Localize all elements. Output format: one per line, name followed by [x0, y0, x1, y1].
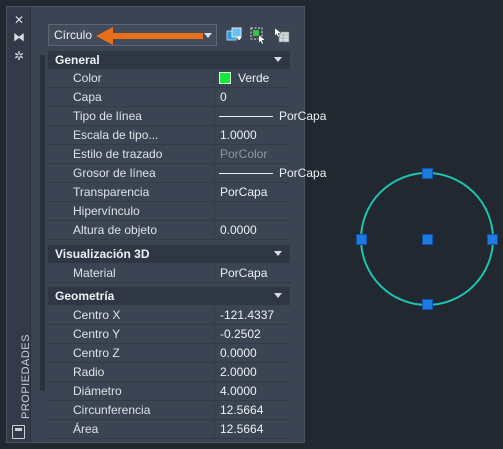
- property-row-plot-style[interactable]: Estilo de trazado PorColor: [48, 145, 290, 164]
- object-type-value: Círculo: [54, 28, 93, 42]
- property-row-linetype[interactable]: Tipo de línea PorCapa: [48, 107, 326, 126]
- property-value[interactable]: 12.5664: [216, 401, 290, 419]
- property-value[interactable]: [216, 202, 290, 220]
- grip-left-quadrant[interactable]: [356, 234, 367, 245]
- property-row-center-x[interactable]: Centro X -121.4337: [48, 306, 290, 325]
- property-value[interactable]: PorCapa: [216, 183, 290, 201]
- property-name: Color: [66, 69, 215, 87]
- property-value: PorColor: [220, 147, 268, 161]
- property-value[interactable]: 0.0000: [216, 221, 290, 239]
- section-3d-visualization[interactable]: Visualización 3D: [48, 245, 290, 263]
- section-geometry[interactable]: Geometría: [48, 287, 290, 305]
- callout-arrow-icon: [96, 27, 203, 45]
- chevron-down-icon[interactable]: [274, 57, 282, 62]
- property-row-diameter[interactable]: Diámetro 4.0000: [48, 382, 290, 401]
- auto-hide-icon[interactable]: ⧓: [11, 30, 27, 44]
- linetype-preview-icon: [219, 116, 273, 117]
- palette-icon: [12, 425, 25, 439]
- property-name: Radio: [66, 363, 215, 381]
- property-value[interactable]: -121.4337: [216, 306, 290, 324]
- property-name: Grosor de línea: [66, 164, 215, 182]
- property-row-thickness[interactable]: Altura de objeto 0.0000: [48, 221, 290, 240]
- settings-icon[interactable]: ✲: [11, 49, 27, 63]
- property-row-linetype-scale[interactable]: Escala de tipo... 1.0000: [48, 126, 290, 145]
- property-name: Centro X: [66, 306, 215, 324]
- grip-right-quadrant[interactable]: [487, 234, 498, 245]
- property-row-circumference[interactable]: Circunferencia 12.5664: [48, 401, 290, 420]
- property-value[interactable]: 4.0000: [216, 382, 290, 400]
- close-icon[interactable]: ✕: [11, 13, 27, 27]
- grip-top-quadrant[interactable]: [422, 168, 433, 179]
- select-objects-icon[interactable]: [249, 26, 267, 44]
- property-name: Altura de objeto: [66, 221, 215, 239]
- property-name: Diámetro: [66, 382, 215, 400]
- palette-title: PROPIEDADES: [20, 334, 32, 419]
- property-value[interactable]: PorCapa: [216, 107, 346, 125]
- property-row-center-z[interactable]: Centro Z 0.0000: [48, 344, 290, 363]
- section-general-label: General: [55, 53, 100, 67]
- property-row-radius[interactable]: Radio 2.0000: [48, 363, 290, 382]
- property-name: Centro Z: [66, 344, 215, 362]
- property-row-area[interactable]: Área 12.5664: [48, 420, 290, 439]
- property-value[interactable]: 1.0000: [216, 126, 290, 144]
- property-row-layer[interactable]: Capa 0: [48, 88, 290, 107]
- grip-bottom-quadrant[interactable]: [422, 299, 433, 310]
- property-name: Tipo de línea: [66, 107, 215, 125]
- property-value[interactable]: PorCapa: [216, 264, 290, 282]
- section-geometry-label: Geometría: [55, 289, 115, 303]
- property-value[interactable]: -0.2502: [216, 325, 290, 343]
- property-row-lineweight[interactable]: Grosor de línea PorCapa: [48, 164, 326, 183]
- property-name: Estilo de trazado: [66, 145, 215, 163]
- property-value[interactable]: 0.0000: [216, 344, 290, 362]
- property-name: Centro Y: [66, 325, 215, 343]
- section-3d-visualization-label: Visualización 3D: [55, 247, 150, 261]
- property-row-transparency[interactable]: Transparencia PorCapa: [48, 183, 290, 202]
- lineweight-preview-icon: [219, 173, 273, 174]
- property-value[interactable]: Verde: [216, 69, 290, 87]
- scrollbar[interactable]: [40, 55, 45, 391]
- property-value[interactable]: PorCapa: [216, 164, 346, 182]
- property-name: Escala de tipo...: [66, 126, 215, 144]
- toggle-pickadd-icon[interactable]: [273, 26, 291, 44]
- palette-titlebar[interactable]: ✕ ⧓ ✲ PROPIEDADES: [7, 7, 32, 442]
- property-name: Área: [66, 420, 215, 438]
- grip-center[interactable]: [422, 234, 433, 245]
- quick-select-icon[interactable]: [225, 26, 243, 44]
- property-name: Transparencia: [66, 183, 215, 201]
- property-value[interactable]: 2.0000: [216, 363, 290, 381]
- property-name: Capa: [66, 88, 215, 106]
- color-swatch-icon: [219, 72, 231, 84]
- property-name: Hipervínculo: [66, 202, 215, 220]
- chevron-down-icon[interactable]: [274, 293, 282, 298]
- property-row-color[interactable]: Color Verde: [48, 69, 290, 88]
- property-row-center-y[interactable]: Centro Y -0.2502: [48, 325, 290, 344]
- property-value[interactable]: 12.5664: [216, 420, 290, 438]
- chevron-down-icon[interactable]: [274, 251, 282, 256]
- property-name: Material: [66, 264, 215, 282]
- section-general[interactable]: General: [48, 51, 290, 69]
- property-row-hyperlink[interactable]: Hipervínculo: [48, 202, 290, 221]
- property-value[interactable]: 0: [216, 88, 290, 106]
- property-row-material[interactable]: Material PorCapa: [48, 264, 290, 283]
- property-name: Circunferencia: [66, 401, 215, 419]
